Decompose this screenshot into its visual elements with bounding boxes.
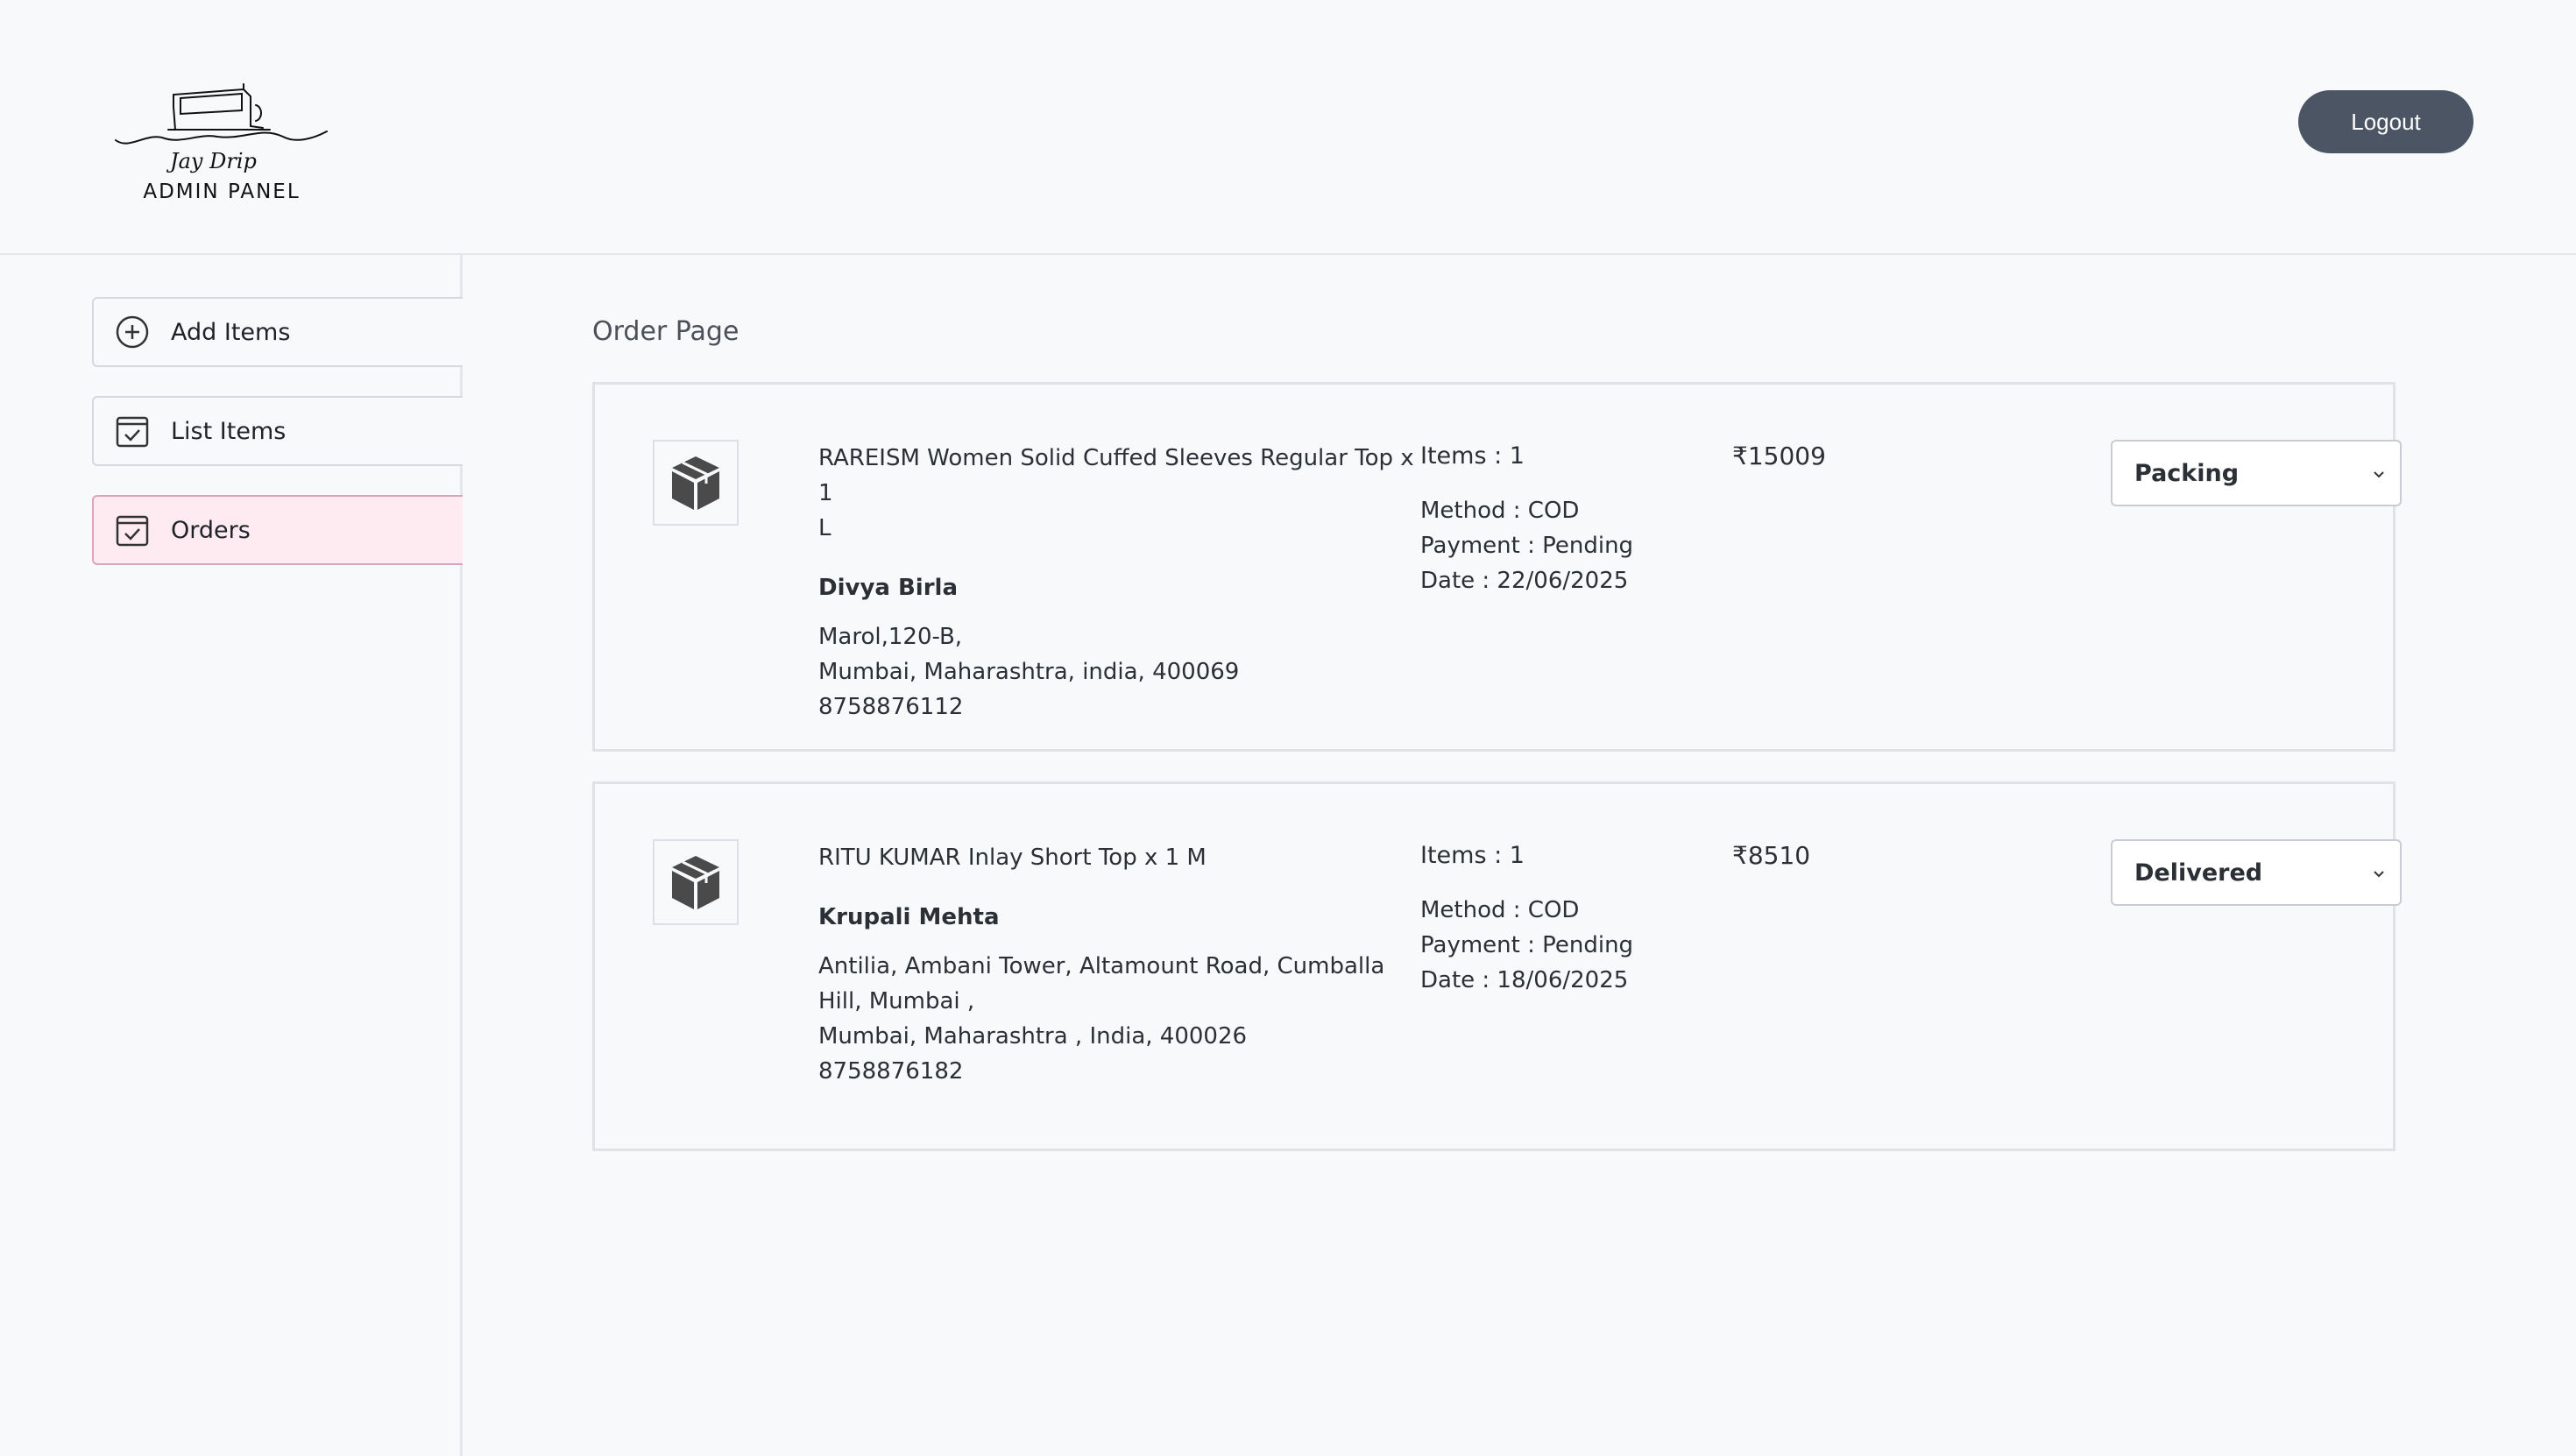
sewing-machine-logo-icon: Jay Drip [115,83,328,173]
sidebar: Add Items List Items Orders [0,255,463,1456]
customer-name: Divya Birla [818,575,958,601]
status-selected-value: Delivered [2134,859,2263,887]
order-meta: Items : 1 Method : COD Payment : Pending… [1420,838,1709,998]
payment-method: Method : COD [1420,897,1580,923]
order-card: RAREISM Women Solid Cuffed Sleeves Regul… [592,382,2402,752]
header: Jay Drip ADMIN PANEL Logout [0,0,2576,255]
sidebar-item-orders[interactable]: Orders [92,495,463,565]
logout-button[interactable]: Logout [2298,90,2473,153]
payment-status: Payment : Pending [1420,932,1634,958]
sidebar-item-add-items[interactable]: Add Items [92,297,463,367]
sidebar-item-list-items[interactable]: List Items [92,396,463,466]
order-item-line: RITU KUMAR Inlay Short Top x 1 M [818,845,1207,871]
order-date: Date : 22/06/2025 [1420,568,1629,594]
address-line: Marol,120-B, [818,624,963,650]
chevron-down-icon [2374,471,2384,478]
order-status-select[interactable]: Delivered [2111,839,2402,906]
order-amount: ₹15009 [1732,442,1826,470]
checklist-icon [115,413,150,449]
phone-number: 8758876182 [818,1058,964,1085]
address-line: Mumbai, Maharashtra, india, 400069 [818,659,1240,685]
logo-subtitle: ADMIN PANEL [143,180,301,203]
items-count: Items : 1 [1420,842,1525,869]
address-line: Hill, Mumbai , [818,988,975,1014]
phone-number: 8758876112 [818,694,964,720]
order-status-select[interactable]: Packing [2111,440,2402,506]
order-item-line: L [818,515,832,541]
plus-circle-icon [115,315,150,350]
parcel-icon [653,839,739,925]
main-content: Order Page RAREISM Women Solid Cuffed Sl… [463,255,2576,1456]
order-details: RAREISM Women Solid Cuffed Sleeves Regul… [818,441,1414,724]
sidebar-item-label: Add Items [171,318,291,346]
status-selected-value: Packing [2134,459,2240,487]
order-item-line: RAREISM Women Solid Cuffed Sleeves Regul… [818,445,1414,506]
items-count: Items : 1 [1420,442,1525,470]
order-meta: Items : 1 Method : COD Payment : Pending… [1420,439,1709,598]
order-details: RITU KUMAR Inlay Short Top x 1 M Krupali… [818,840,1414,1089]
customer-name: Krupali Mehta [818,904,1000,930]
payment-status: Payment : Pending [1420,533,1634,559]
logo: Jay Drip ADMIN PANEL [112,81,331,212]
address-line: Mumbai, Maharashtra , India, 400026 [818,1023,1248,1050]
order-date: Date : 18/06/2025 [1420,967,1629,993]
payment-method: Method : COD [1420,498,1580,524]
logo-script-text: Jay Drip [166,149,257,173]
page-title: Order Page [592,316,740,347]
parcel-icon [653,440,739,526]
sidebar-item-label: Orders [171,516,251,544]
checklist-icon [115,512,150,548]
order-card: RITU KUMAR Inlay Short Top x 1 M Krupali… [592,781,2402,1151]
chevron-down-icon [2374,871,2384,878]
sidebar-item-label: List Items [171,417,287,445]
order-amount: ₹8510 [1732,841,1811,870]
address-line: Antilia, Ambani Tower, Altamount Road, C… [818,953,1385,979]
